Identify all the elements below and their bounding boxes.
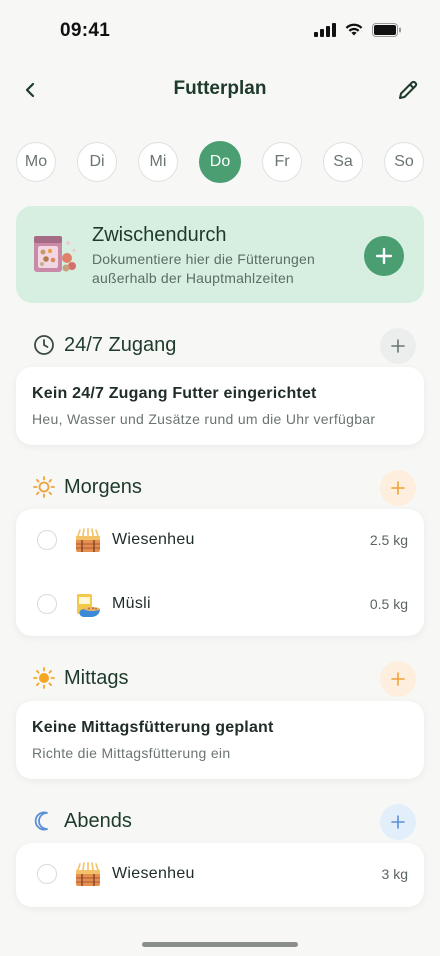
add-noon-button[interactable]	[380, 661, 416, 697]
signal-icon	[314, 22, 336, 37]
section-noon-title: Mittags	[64, 666, 129, 689]
add-evening-button[interactable]	[380, 804, 416, 840]
treats-jar-icon	[34, 236, 77, 272]
section-morning-title: Morgens	[64, 475, 142, 498]
plus-icon	[391, 815, 405, 829]
plus-icon	[391, 339, 405, 353]
day-do[interactable]: Do	[199, 141, 241, 183]
add-snack-button[interactable]	[364, 236, 404, 276]
status-bar: 09:41	[0, 0, 440, 60]
noon-empty-title: Keine Mittagsfütterung geplant	[32, 719, 274, 736]
list-item[interactable]: Wiesenheu 3 kg	[16, 843, 424, 907]
day-fr[interactable]: Fr	[262, 142, 302, 182]
evening-card: Wiesenheu 3 kg	[16, 843, 424, 907]
home-indicator[interactable]	[142, 942, 298, 947]
add-access-button[interactable]	[380, 328, 416, 364]
section-evening-header: Abends	[32, 803, 416, 840]
page-title: Futterplan	[173, 78, 267, 99]
battery-icon	[372, 22, 401, 37]
day-sa[interactable]: Sa	[323, 142, 363, 182]
section-evening-title: Abends	[64, 809, 132, 832]
morning-card: Wiesenheu 2.5 kg Müsli 0.5 kg	[16, 509, 424, 636]
snack-description: Dokumentiere hier die Fütterungen außerh…	[92, 251, 315, 286]
checkbox[interactable]	[37, 594, 57, 614]
day-mi[interactable]: Mi	[138, 142, 178, 182]
snack-title: Zwischendurch	[92, 224, 227, 246]
hay-bale-icon	[76, 527, 100, 552]
access-empty-subtitle: Heu, Wasser und Zusätze rund um die Uhr …	[32, 411, 376, 427]
access-empty-title: Kein 24/7 Zugang Futter eingerichtet	[32, 385, 317, 402]
food-amount: 3 kg	[381, 866, 408, 882]
section-access-title: 24/7 Zugang	[64, 333, 177, 356]
checkbox[interactable]	[37, 530, 57, 550]
food-amount: 2.5 kg	[369, 532, 408, 548]
moon-icon	[32, 809, 56, 833]
wifi-icon	[345, 23, 363, 36]
pencil-icon	[399, 80, 418, 99]
clock-icon	[32, 333, 56, 357]
day-selector: Mo Di Mi Do Fr Sa So	[16, 141, 424, 183]
checkbox[interactable]	[37, 864, 57, 884]
plus-icon	[375, 247, 393, 265]
plus-icon	[391, 481, 405, 495]
sun-icon	[32, 666, 56, 690]
food-name: Müsli	[112, 595, 151, 612]
day-so[interactable]: So	[384, 142, 424, 182]
list-item[interactable]: Wiesenheu 2.5 kg	[16, 509, 424, 573]
food-amount: 0.5 kg	[369, 596, 408, 612]
add-morning-button[interactable]	[380, 470, 416, 506]
status-icons	[314, 22, 402, 37]
status-time: 09:41	[60, 20, 111, 41]
section-noon-header: Mittags	[32, 660, 416, 697]
access-empty-card[interactable]: Kein 24/7 Zugang Futter eingerichtet Heu…	[16, 367, 424, 445]
noon-empty-card[interactable]: Keine Mittagsfütterung geplant Richte di…	[16, 701, 424, 779]
plus-icon	[391, 672, 405, 686]
day-di[interactable]: Di	[77, 142, 117, 182]
food-name: Wiesenheu	[112, 865, 195, 882]
section-access-header: 24/7 Zugang	[32, 327, 416, 364]
snack-card: Zwischendurch Dokumentiere hier die Fütt…	[16, 206, 424, 303]
edit-button[interactable]	[394, 76, 422, 104]
food-name: Wiesenheu	[112, 531, 195, 548]
muesli-bag-icon	[77, 594, 100, 617]
day-mo[interactable]: Mo	[16, 142, 56, 182]
noon-empty-subtitle: Richte die Mittagsfütterung ein	[32, 745, 231, 761]
sunrise-icon	[32, 475, 56, 499]
section-morning-header: Morgens	[32, 469, 416, 506]
list-item[interactable]: Müsli 0.5 kg	[16, 573, 424, 637]
hay-bale-icon	[76, 861, 100, 886]
nav-bar: Futterplan	[0, 70, 440, 110]
